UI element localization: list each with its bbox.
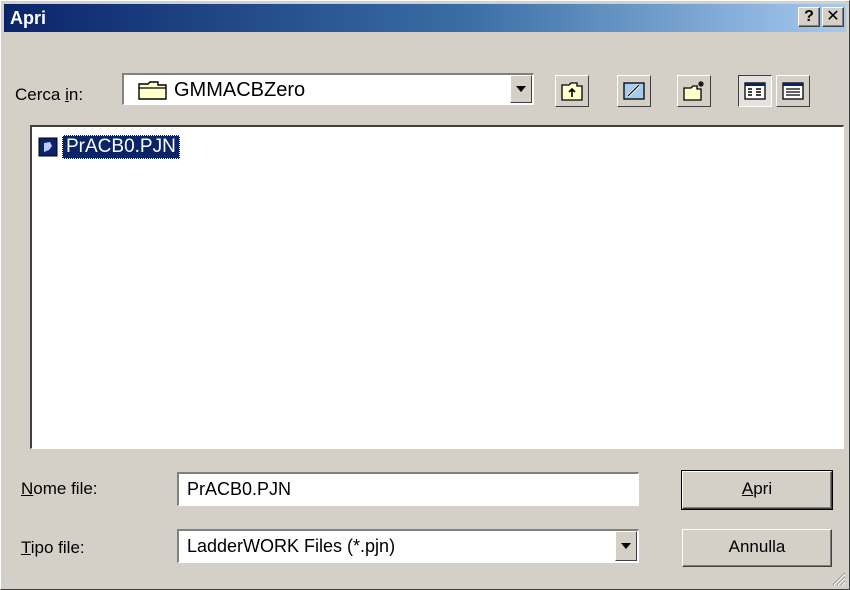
resize-grip-icon[interactable] <box>830 570 846 586</box>
lookin-value: GMMACBZero <box>174 79 306 101</box>
lookin-dropdown[interactable]: GMMACBZero <box>122 73 534 105</box>
filetype-value: LadderWORK Files (*.pjn) <box>187 536 396 556</box>
cancel-button[interactable]: Annulla <box>682 529 832 567</box>
new-folder-button[interactable] <box>677 75 711 107</box>
close-button[interactable]: ✕ <box>822 7 844 27</box>
lookin-dropdown-button[interactable] <box>510 75 532 103</box>
list-view-icon <box>744 82 766 100</box>
desktop-icon <box>623 82 645 100</box>
filename-label: Nome file: <box>21 479 98 498</box>
chevron-down-icon <box>621 543 631 549</box>
list-view-button[interactable] <box>738 75 772 107</box>
lookin-label: Cerca in: <box>15 85 84 104</box>
open-button[interactable]: Apri <box>682 471 832 509</box>
folder-icon <box>138 81 167 100</box>
details-view-button[interactable] <box>776 75 810 107</box>
folder-up-button[interactable] <box>555 75 589 107</box>
file-name: PrACB0.PJN <box>62 135 180 159</box>
details-view-icon <box>782 82 804 100</box>
chevron-down-icon <box>516 86 526 92</box>
filetype-dropdown[interactable]: LadderWORK Files (*.pjn) <box>177 529 639 563</box>
desktop-button[interactable] <box>617 75 651 107</box>
close-icon: ✕ <box>826 8 840 25</box>
filetype-label: Tipo file: <box>21 538 85 557</box>
filetype-dropdown-button[interactable] <box>615 531 637 561</box>
new-folder-icon <box>683 81 704 101</box>
filename-input[interactable]: PrACB0.PJN <box>177 472 639 506</box>
folder-up-icon <box>561 82 583 101</box>
title-bar[interactable]: Apri ? ✕ <box>4 4 846 32</box>
help-button[interactable]: ? <box>798 7 820 27</box>
open-dialog: Apri ? ✕ Cerca in: GMMACBZero PrACB0.PJN… <box>0 0 850 590</box>
dialog-title: Apri <box>10 8 46 28</box>
project-file-icon <box>38 137 58 157</box>
file-list[interactable]: PrACB0.PJN <box>30 125 844 449</box>
